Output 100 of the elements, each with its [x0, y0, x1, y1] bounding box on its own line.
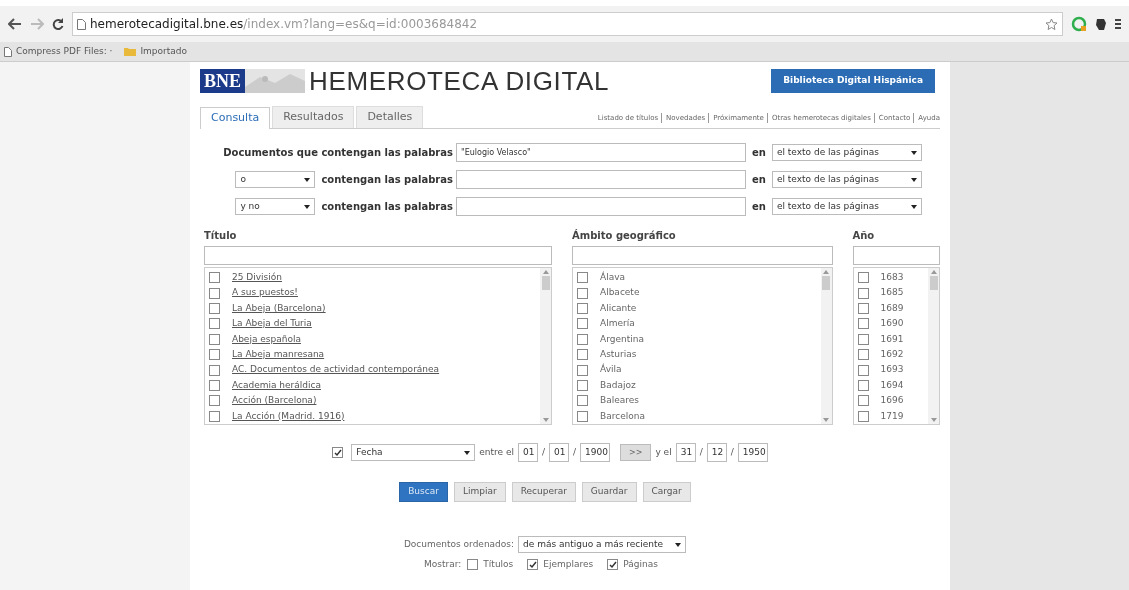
checkbox[interactable] [209, 349, 220, 361]
checkbox[interactable] [577, 380, 588, 392]
checkbox[interactable] [467, 559, 479, 571]
checkbox[interactable] [577, 364, 588, 376]
title-link[interactable]: 25 División [232, 270, 282, 285]
form-button[interactable]: Recuperar [511, 482, 576, 502]
title-link[interactable]: La Acción (Madrid. 1916) [232, 409, 345, 424]
scope-select[interactable]: el texto de las páginas [771, 198, 922, 215]
list-item[interactable]: 1696 [880, 394, 904, 408]
title-link[interactable]: Abeja española [232, 332, 301, 347]
checkbox[interactable] [857, 333, 869, 345]
search-field[interactable] [456, 170, 746, 189]
operator-select[interactable]: o [235, 171, 316, 188]
checkbox[interactable] [209, 364, 220, 376]
checkbox[interactable] [577, 303, 588, 314]
filter-field[interactable] [204, 246, 552, 265]
title-link[interactable]: AC. Documentos de actividad contemporánea [232, 363, 440, 377]
filter-field[interactable] [852, 246, 940, 265]
checkbox[interactable] [209, 303, 220, 314]
checkbox[interactable] [577, 318, 588, 330]
scrollbar[interactable] [820, 268, 832, 424]
search-field[interactable] [456, 197, 746, 216]
list-item[interactable]: Asturias [600, 348, 637, 362]
title-link[interactable]: La Abeja manresana [232, 348, 325, 362]
checkbox[interactable] [857, 410, 869, 422]
copy-date-button[interactable]: >> [620, 444, 652, 461]
scroll-thumb[interactable] [929, 276, 938, 290]
checkbox[interactable] [857, 287, 869, 299]
list-item[interactable]: 1690 [880, 317, 904, 331]
checkbox[interactable] [332, 447, 344, 458]
bookmark[interactable]: Compress PDF Files: · [4, 44, 113, 59]
tab[interactable]: Resultados [272, 106, 355, 128]
scroll-down-icon[interactable] [930, 416, 937, 424]
checkbox[interactable] [209, 410, 220, 422]
checkbox[interactable] [577, 272, 588, 284]
checkbox[interactable] [857, 364, 869, 376]
menu-icon[interactable] [1115, 18, 1121, 30]
scroll-up-icon[interactable] [542, 268, 549, 276]
form-button[interactable]: Guardar [581, 482, 637, 502]
bookmark[interactable]: Importado [124, 44, 188, 59]
checkbox[interactable] [577, 395, 588, 407]
title-link[interactable]: La Abeja del Turia [232, 317, 312, 331]
checkbox[interactable] [857, 380, 869, 392]
checkbox[interactable] [607, 559, 619, 571]
scrollbar[interactable] [540, 268, 551, 424]
scrollbar[interactable] [928, 268, 939, 424]
date-field[interactable]: 01 [517, 443, 538, 462]
title-link[interactable]: A sus puestos! [232, 286, 298, 300]
list-item[interactable]: 1719 [880, 409, 904, 424]
date-field[interactable]: 12 [706, 443, 727, 462]
title-link[interactable]: Acción (Barcelona) [232, 394, 317, 408]
list-item[interactable]: 1692 [880, 348, 904, 362]
tab[interactable]: Detalles [356, 106, 424, 128]
search-field[interactable]: "Eulogio Velasco" [456, 143, 746, 162]
date-field[interactable]: 01 [549, 443, 569, 462]
library-button[interactable]: Biblioteca Digital Hispánica [771, 69, 935, 93]
operator-select[interactable]: y no [235, 198, 316, 215]
bne-logo[interactable]: BNE [200, 69, 245, 93]
list-item[interactable]: 1691 [880, 332, 904, 347]
list-item[interactable]: Albacete [600, 286, 640, 300]
scroll-up-icon[interactable] [823, 268, 829, 276]
date-field-select[interactable]: Fecha [351, 444, 476, 461]
list-item[interactable]: Almería [600, 317, 635, 331]
checkbox[interactable] [209, 395, 220, 407]
checkbox[interactable] [577, 287, 588, 299]
checkbox[interactable] [857, 318, 869, 330]
date-field[interactable]: 31 [675, 443, 696, 462]
list-item[interactable]: Alicante [600, 301, 637, 316]
star-icon[interactable] [1045, 17, 1058, 31]
scroll-thumb[interactable] [822, 276, 830, 290]
list-item[interactable]: 1683 [880, 270, 904, 285]
scope-select[interactable]: el texto de las páginas [771, 144, 922, 161]
filter-field[interactable] [572, 246, 833, 265]
scroll-down-icon[interactable] [542, 416, 549, 424]
back-icon[interactable] [8, 18, 22, 30]
checkbox[interactable] [857, 395, 869, 407]
list-item[interactable]: Baleares [600, 394, 639, 408]
list-item[interactable]: Argentina [600, 332, 644, 347]
checkbox[interactable] [209, 380, 220, 392]
list-item[interactable]: Badajoz [600, 378, 636, 393]
checkbox[interactable] [857, 272, 869, 284]
reload-icon[interactable] [52, 18, 64, 30]
checkbox[interactable] [577, 349, 588, 361]
checkbox[interactable] [209, 272, 220, 284]
list-item[interactable]: 1693 [880, 363, 904, 377]
list-item[interactable]: Ávila [600, 363, 622, 377]
checkbox[interactable] [209, 318, 220, 330]
checkbox[interactable] [577, 333, 588, 345]
date-field[interactable]: 1950 [737, 443, 768, 462]
checkbox[interactable] [857, 349, 869, 361]
sort-select[interactable]: de más antiguo a más reciente [518, 536, 687, 553]
checkbox[interactable] [857, 303, 869, 314]
title-link[interactable]: La Abeja (Barcelona) [232, 301, 326, 316]
scroll-up-icon[interactable] [930, 268, 937, 276]
checkbox[interactable] [209, 287, 220, 299]
list-item[interactable]: 1694 [880, 378, 904, 393]
list-item[interactable]: Álava [600, 270, 625, 285]
date-field[interactable]: 1900 [580, 443, 611, 462]
list-item[interactable]: 1689 [880, 301, 904, 316]
checkbox[interactable] [577, 410, 588, 422]
